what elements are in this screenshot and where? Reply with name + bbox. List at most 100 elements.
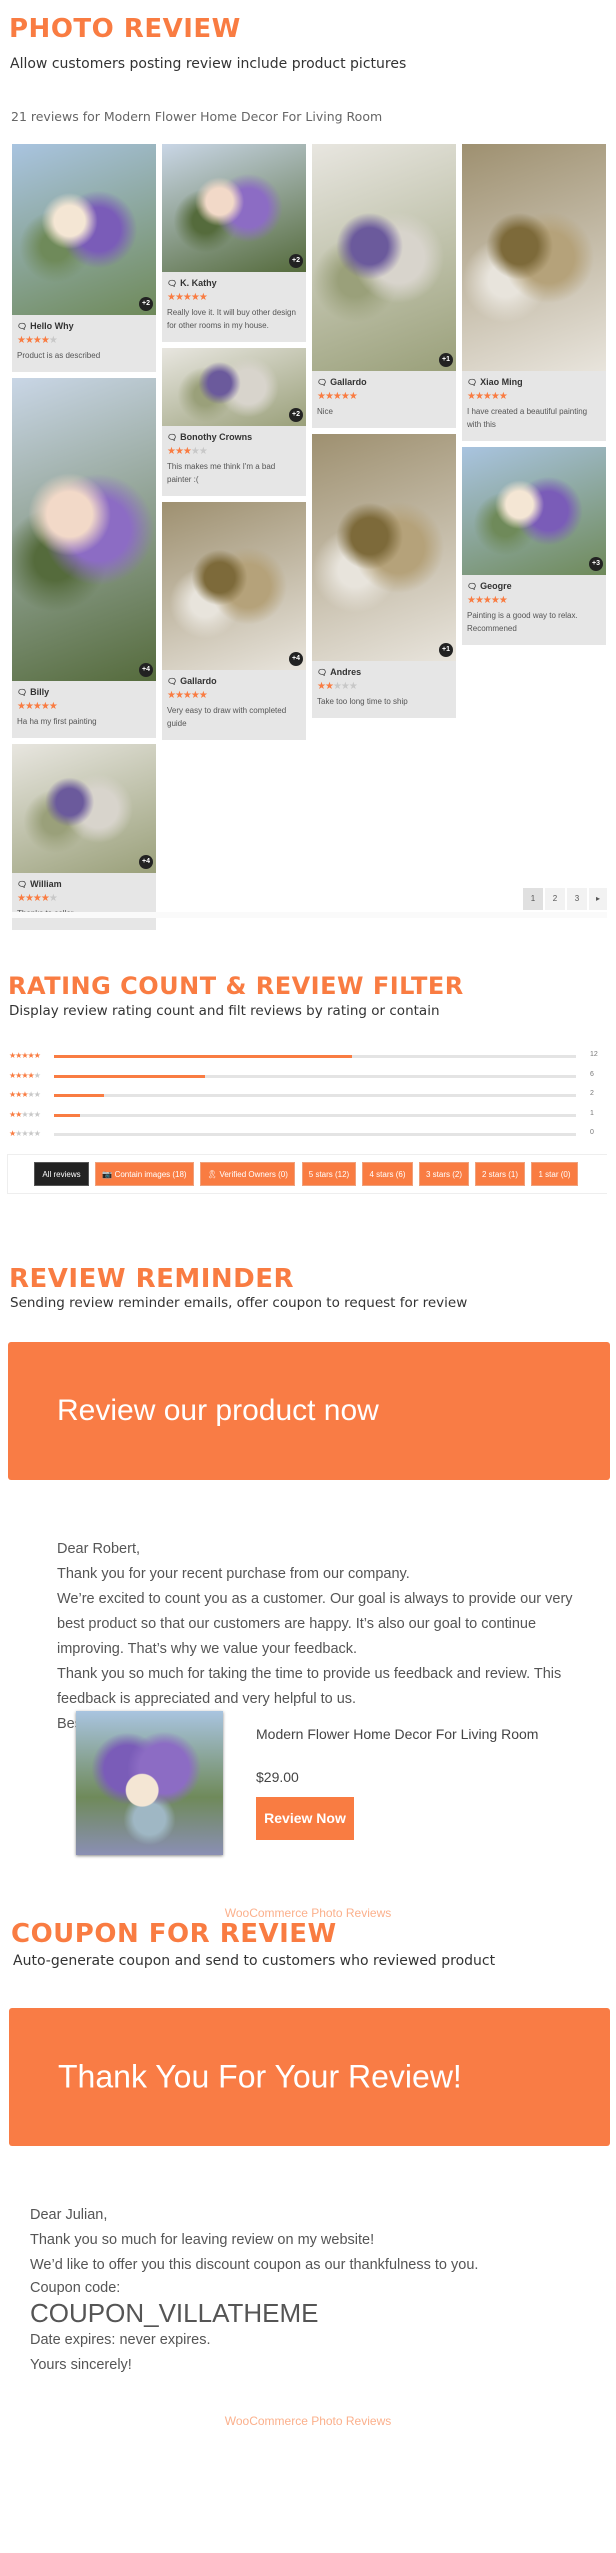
- star-rating: ★★★★★: [9, 1070, 41, 1080]
- star-rating: ★★★★★: [17, 893, 58, 904]
- more-photos-badge[interactable]: +2: [289, 254, 303, 268]
- reviewer-name: Xiao Ming: [480, 377, 523, 387]
- comments-icon: 🗨: [467, 581, 478, 591]
- rating-bar-fill: [54, 1074, 206, 1078]
- letter-line: Date expires: never expires.: [30, 2332, 211, 2348]
- letter-line: Thank you for your recent purchase from …: [57, 1566, 410, 1582]
- review-card[interactable]: +3 🗨 Geogre ★★★★★ Painting is a good way …: [462, 447, 606, 645]
- review-card[interactable]: +4 🗨William ★★★★★ Thanks to seller: [12, 744, 156, 930]
- star-rating: ★★★★★: [9, 1051, 41, 1060]
- more-photos-badge[interactable]: +1: [439, 643, 453, 657]
- rating-count-row[interactable]: ★★★★★ 1: [9, 1110, 609, 1122]
- rating-count-row[interactable]: ★★★★★ 2: [9, 1090, 609, 1102]
- rating-count: 0: [590, 1129, 594, 1136]
- section-subtitle: Display review rating count and filt rev…: [9, 1003, 440, 1019]
- filter-1-star-button[interactable]: 1 star (0): [531, 1162, 578, 1186]
- filter-4-stars-button[interactable]: 4 stars (6): [362, 1162, 413, 1186]
- more-photos-badge[interactable]: +2: [139, 297, 153, 311]
- filter-verified-owners-button[interactable]: 🎗 Verified Owners (0): [200, 1162, 295, 1186]
- caret-right-icon: ▸: [595, 894, 600, 903]
- page-2-button[interactable]: 2: [545, 888, 565, 910]
- filter-label: 4 stars (6): [369, 1170, 406, 1179]
- award-icon: 🎗: [207, 1170, 220, 1179]
- star-rating: ★★★★★: [167, 446, 208, 457]
- letter-line: Yours sincerely!: [30, 2357, 132, 2373]
- more-photos-badge[interactable]: +4: [139, 663, 153, 677]
- review-card[interactable]: +2 🗨 Hello Why ★★★★★ Product is as descri…: [12, 144, 156, 372]
- email-letter: Dear Robert, Thank you for your recent p…: [57, 1537, 577, 1737]
- more-photos-badge[interactable]: +1: [439, 353, 453, 367]
- review-text: Ha ha my first painting: [17, 717, 97, 726]
- filter-all-reviews-button[interactable]: All reviews: [34, 1162, 89, 1186]
- comments-icon: 🗨: [167, 676, 178, 686]
- rating-bar-fill: [54, 1094, 104, 1097]
- review-photo[interactable]: +3: [462, 447, 606, 575]
- comments-icon: 🗨: [17, 879, 28, 889]
- review-photo[interactable]: +4: [162, 502, 306, 670]
- review-photo[interactable]: +2: [162, 348, 306, 426]
- divider: [12, 912, 607, 918]
- next-page-button[interactable]: ▸: [589, 888, 607, 910]
- rating-count-row[interactable]: ★★★★★ 0: [9, 1129, 609, 1141]
- review-card[interactable]: +1 🗨 Andres ★★★★★ Take too long time to s…: [312, 434, 456, 718]
- review-card[interactable]: +2 🗨 Bonothy Crowns ★★★★★ This makes me t…: [162, 348, 306, 496]
- more-photos-badge[interactable]: +4: [139, 855, 153, 869]
- filter-2-stars-button[interactable]: 2 stars (1): [475, 1162, 525, 1186]
- review-photo[interactable]: +1: [312, 434, 456, 661]
- page-3-button[interactable]: 3: [567, 888, 587, 910]
- section-subtitle: Allow customers posting review include p…: [10, 56, 407, 72]
- rating-bar-fill: [54, 1055, 352, 1058]
- email-footer[interactable]: WooCommerce Photo Reviews: [0, 2414, 616, 2428]
- comments-icon: 🗨: [467, 377, 478, 387]
- reviewer-name: William: [30, 879, 62, 889]
- rating-bar: [54, 1133, 576, 1136]
- review-photo[interactable]: +4: [12, 378, 156, 681]
- letter-line: Thank you so much for leaving review on …: [30, 2232, 375, 2248]
- review-photo[interactable]: +2: [12, 144, 156, 315]
- letter-line: Coupon code:: [30, 2280, 121, 2296]
- star-rating: ★★★★★: [9, 1090, 41, 1099]
- letter-line: We’d like to offer you this discount cou…: [30, 2257, 479, 2273]
- star-rating: ★★★★★: [467, 391, 508, 402]
- review-card[interactable]: +4 🗨 Billy ★★★★★ Ha ha my first painting: [12, 378, 156, 738]
- reviews-heading: 21 reviews for Modern Flower Home Decor …: [11, 109, 383, 124]
- reviewer-name: Gallardo: [180, 676, 217, 686]
- product-price: $29.00: [256, 1769, 299, 1785]
- more-photos-badge[interactable]: +2: [289, 408, 303, 422]
- page-1-button[interactable]: 1: [523, 888, 543, 910]
- review-card[interactable]: +2 🗨 K. Kathy ★★★★★ Really love it. It wi…: [162, 144, 306, 342]
- review-photo[interactable]: +2: [162, 144, 306, 272]
- star-rating: ★★★★★: [467, 595, 508, 606]
- filter-label: 3 stars (2): [425, 1170, 462, 1179]
- comments-icon: 🗨: [17, 321, 28, 331]
- rating-count: 12: [590, 1051, 598, 1058]
- review-card[interactable]: 🗨 Xiao Ming ★★★★★ I have created a beauti…: [462, 144, 606, 441]
- review-photo[interactable]: [462, 144, 606, 371]
- rating-count-row[interactable]: ★★★★★ 12: [9, 1051, 609, 1063]
- filter-contain-images-button[interactable]: 📷 Contain images (18): [95, 1162, 194, 1186]
- filter-label: 2 stars (1): [481, 1170, 518, 1179]
- review-photo[interactable]: +1: [312, 144, 456, 371]
- letter-line: Thank you so much for taking the time to…: [57, 1666, 562, 1707]
- review-column: +1 🗨 Gallardo ★★★★★ Nice +1 🗨 Andres ★★★★★ …: [312, 144, 456, 724]
- section-subtitle: Auto-generate coupon and send to custome…: [13, 1953, 496, 1969]
- filter-5-stars-button[interactable]: 5 stars (12): [302, 1162, 356, 1186]
- reviewer-name: Billy: [30, 687, 50, 697]
- more-photos-badge[interactable]: +4: [289, 652, 303, 666]
- review-photo[interactable]: +4: [12, 744, 156, 873]
- email-footer[interactable]: WooCommerce Photo Reviews: [0, 1906, 616, 1920]
- rating-bar: [54, 1074, 576, 1078]
- reviewer-name: Hello Why: [30, 321, 74, 331]
- filter-label: Contain images (18): [114, 1170, 187, 1179]
- product-name[interactable]: Modern Flower Home Decor For Living Room: [256, 1726, 538, 1742]
- filter-3-stars-button[interactable]: 3 stars (2): [419, 1162, 469, 1186]
- rating-count-row[interactable]: ★★★★★ 6: [9, 1071, 609, 1083]
- review-now-button[interactable]: Review Now: [256, 1797, 354, 1840]
- star-rating: ★★★★★: [317, 681, 358, 692]
- review-card[interactable]: +1 🗨 Gallardo ★★★★★ Nice: [312, 144, 456, 428]
- more-photos-badge[interactable]: +3: [589, 557, 603, 571]
- star-rating: ★★★★★: [317, 391, 358, 402]
- product-image[interactable]: [76, 1711, 223, 1855]
- star-rating: ★★★★★: [9, 1109, 41, 1119]
- review-card[interactable]: +4 🗨 Gallardo ★★★★★ Very easy to draw wit…: [162, 502, 306, 740]
